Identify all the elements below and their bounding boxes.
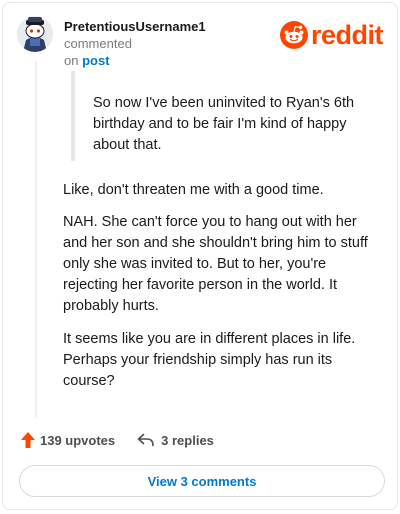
quoted-text: So now I've been uninvited to Ryan's 6th… (71, 71, 371, 161)
replies-count: 3 replies (161, 432, 214, 448)
snoo-avatar-icon (17, 16, 53, 52)
upvote-arrow-icon (21, 432, 35, 448)
comment-paragraph: NAH. She can't force you to hang out wit… (63, 214, 368, 314)
preposition-text: on (64, 53, 79, 68)
username-link[interactable]: PretentiousUsername1 (64, 19, 206, 34)
upvote-button[interactable]: 139 upvotes (21, 432, 115, 448)
view-comments-button[interactable]: View 3 comments (19, 465, 385, 497)
upvote-count: 139 upvotes (40, 432, 116, 448)
reddit-snoo-logo-icon (279, 21, 308, 49)
comment-card: PretentiousUsername1 commented on post r… (2, 2, 398, 510)
post-link[interactable]: post (82, 53, 109, 68)
action-text: commented (64, 36, 132, 51)
reddit-wordmark: reddit (310, 20, 384, 50)
thread-line[interactable] (35, 61, 37, 417)
reddit-logo[interactable]: reddit (279, 20, 384, 50)
comment-header: PretentiousUsername1 commented on post (64, 18, 274, 69)
reply-button[interactable]: 3 replies (137, 433, 214, 448)
comment-paragraph: It seems like you are in different place… (63, 331, 356, 389)
reply-arrow-icon (137, 433, 154, 447)
comment-actions: 139 upvotes 3 replies (21, 432, 214, 448)
user-avatar[interactable] (17, 16, 53, 52)
comment-paragraph: Like, don't threaten me with a good time… (63, 182, 324, 198)
